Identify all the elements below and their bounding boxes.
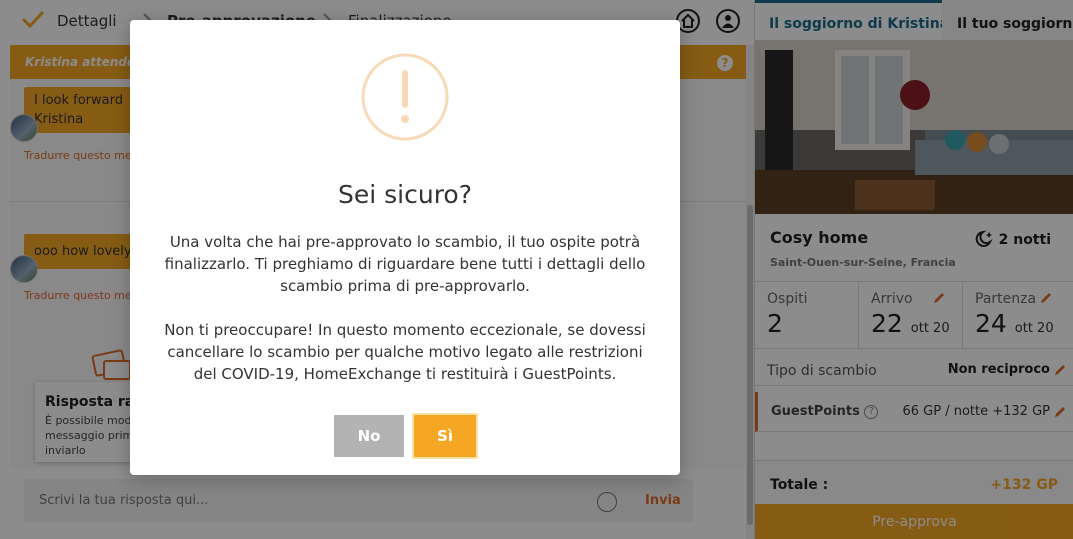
dialog-title: Sei sicuro? [338, 180, 472, 209]
dialog-paragraph: Una volta che hai pre-approvato lo scamb… [164, 233, 646, 295]
yes-button[interactable]: Sì [412, 413, 478, 459]
warning-icon [361, 53, 449, 141]
confirm-dialog: Sei sicuro? Una volta che hai pre-approv… [130, 20, 680, 475]
no-button[interactable]: No [334, 415, 404, 457]
dialog-paragraph: Non ti preoccupare! In questo momento ec… [164, 321, 646, 383]
dialog-body: Una volta che hai pre-approvato lo scamb… [155, 231, 655, 385]
